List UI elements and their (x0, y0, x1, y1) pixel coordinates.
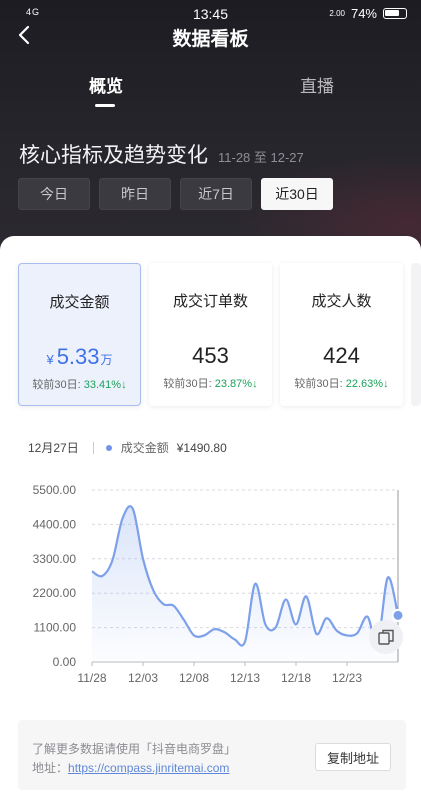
metric-gmv[interactable]: 成交金额 ¥5.33万 较前30日: 33.41%↓ (18, 263, 141, 406)
tooltip-value: ¥1490.80 (176, 440, 227, 455)
tab-overview[interactable]: 概览 (89, 72, 123, 97)
currency-symbol: ¥ (46, 352, 54, 367)
x-tick-label: 12/23 (332, 671, 362, 685)
metric-compare: 较前30日: 33.41%↓ (19, 376, 140, 392)
tab-live[interactable]: 直播 (300, 72, 334, 97)
copy-address-button[interactable]: 复制地址 (315, 743, 391, 771)
copy-floating-button[interactable] (369, 620, 403, 654)
nav-bar: 数据看板 (0, 22, 421, 52)
metric-compare: 较前30日: 23.87%↓ (149, 375, 272, 391)
metric-compare: 较前30日: 22.63%↓ (280, 375, 403, 391)
status-right: 2.00 74% (329, 6, 407, 21)
metric-cards: 成交金额 ¥5.33万 较前30日: 33.41%↓ 成交订单数 453 较前3… (18, 263, 421, 406)
y-tick-label: 0.00 (53, 655, 77, 669)
trend-chart[interactable]: 0.00 1100.00 2200.00 3300.00 4400.00 5500.00 1… (0, 476, 421, 696)
metric-value: ¥5.33万 (19, 344, 140, 370)
tooltip-divider (92, 441, 94, 454)
battery-percent: 74% (350, 6, 377, 21)
tab-active-indicator (95, 104, 115, 107)
page-title: 数据看板 (172, 29, 249, 50)
compare-percent: 22.63% (345, 378, 384, 390)
metric-number: 5.33 (56, 344, 100, 369)
x-tick-label: 11/28 (77, 671, 106, 685)
y-tick-label: 5500.00 (33, 483, 77, 497)
section-title: 核心指标及趋势变化 (19, 144, 208, 167)
address-label: 地址： (32, 761, 69, 775)
series-dot (105, 444, 112, 451)
metric-unit: 万 (100, 353, 113, 367)
down-arrow-icon: ↓ (121, 379, 127, 391)
metric-buyers[interactable]: 成交人数 424 较前30日: 22.63%↓ (280, 263, 403, 406)
x-tick-label: 12/08 (179, 671, 209, 685)
metric-more-peek[interactable] (411, 263, 421, 406)
header-area: 4G 13:45 2.00 74% 数据看板 概览 直播 核心指标及趋势变化 1… (0, 0, 421, 255)
compare-percent: 23.87% (214, 378, 253, 390)
tooltip-date: 12月27日 (28, 441, 79, 455)
active-point (391, 608, 405, 622)
battery-icon (383, 8, 407, 19)
range-today[interactable]: 今日 (18, 178, 90, 210)
compare-label: 较前30日: (32, 379, 81, 391)
y-tick-label: 4400.00 (33, 517, 77, 531)
range-yesterday[interactable]: 昨日 (99, 178, 171, 210)
metric-label: 成交人数 (311, 293, 372, 310)
x-tick-label: 12/03 (128, 671, 158, 685)
metric-value: 424 (323, 343, 360, 368)
compare-label: 较前30日: (294, 378, 343, 390)
section-date-range: 11-28 至 12-27 (218, 150, 304, 165)
y-tick-label: 2200.00 (33, 586, 77, 600)
x-tick-label: 12/13 (230, 671, 260, 685)
section-header: 核心指标及趋势变化 11-28 至 12-27 (19, 139, 304, 169)
footer-info: 了解更多数据请使用「抖音电商罗盘」 地址：https://compass.jin… (18, 720, 406, 790)
compare-percent: 33.41% (83, 379, 122, 391)
tooltip-series-name: 成交金额 (120, 441, 169, 455)
footer-address: 地址：https://compass.jinritemai.com (32, 759, 229, 776)
footer-tip: 了解更多数据请使用「抖音电商罗盘」 (32, 742, 237, 756)
y-tick-label: 1100.00 (34, 621, 77, 635)
down-arrow-icon: ↓ (252, 378, 258, 390)
compare-label: 较前30日: (163, 378, 212, 390)
chart-tooltip-header: 12月27日 成交金额 ¥1490.80 (28, 439, 227, 456)
metric-orders[interactable]: 成交订单数 453 较前30日: 23.87%↓ (149, 263, 272, 406)
tab-bar: 概览 直播 (0, 72, 421, 112)
net-speed: 2.00 (329, 9, 345, 18)
copy-icon (378, 629, 394, 645)
range-7-days[interactable]: 近7日 (180, 178, 252, 210)
range-selector: 今日 昨日 近7日 近30日 (18, 178, 333, 210)
y-tick-label: 3300.00 (33, 552, 77, 566)
address-link[interactable]: https://compass.jinritemai.com (68, 761, 229, 775)
down-arrow-icon: ↓ (383, 378, 389, 390)
metric-value: 453 (192, 343, 229, 368)
metric-label: 成交金额 (49, 294, 110, 311)
x-tick-label: 12/18 (281, 671, 311, 685)
range-30-days[interactable]: 近30日 (261, 178, 333, 210)
metric-label: 成交订单数 (172, 293, 248, 310)
